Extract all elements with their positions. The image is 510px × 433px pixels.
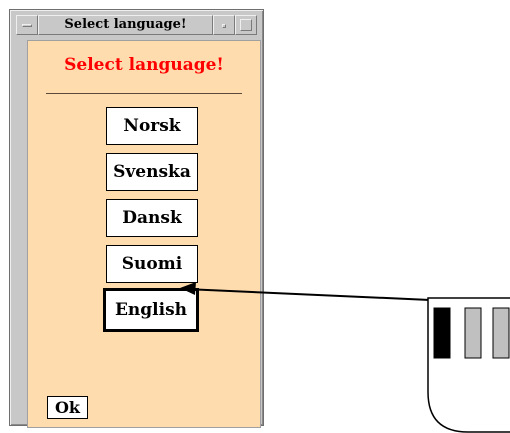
language-dialog-window: Select language! Select language! Norsk … — [9, 9, 264, 428]
language-button-english[interactable]: English — [103, 288, 199, 332]
maximize-icon[interactable] — [235, 15, 257, 35]
screen: Select language! Select language! Norsk … — [0, 0, 510, 433]
heading-separator — [46, 93, 242, 94]
language-button-suomi[interactable]: Suomi — [106, 245, 198, 283]
mouse-left-button — [433, 307, 451, 359]
mouse-icon — [427, 297, 510, 433]
mouse-middle-button — [464, 307, 482, 359]
language-button-norsk[interactable]: Norsk — [106, 107, 198, 145]
title-bar[interactable]: Select language! — [16, 15, 257, 35]
language-button-svenska[interactable]: Svenska — [106, 153, 198, 191]
window-menu-icon[interactable] — [16, 15, 38, 35]
ok-button[interactable]: Ok — [47, 396, 88, 419]
language-button-dansk[interactable]: Dansk — [106, 199, 198, 237]
dialog-body: Select language! Norsk Svenska Dansk Suo… — [27, 40, 261, 428]
window-title[interactable]: Select language! — [38, 15, 213, 35]
mouse-right-button — [492, 307, 510, 359]
minimize-icon[interactable] — [213, 15, 235, 35]
dialog-heading: Select language! — [64, 55, 224, 75]
